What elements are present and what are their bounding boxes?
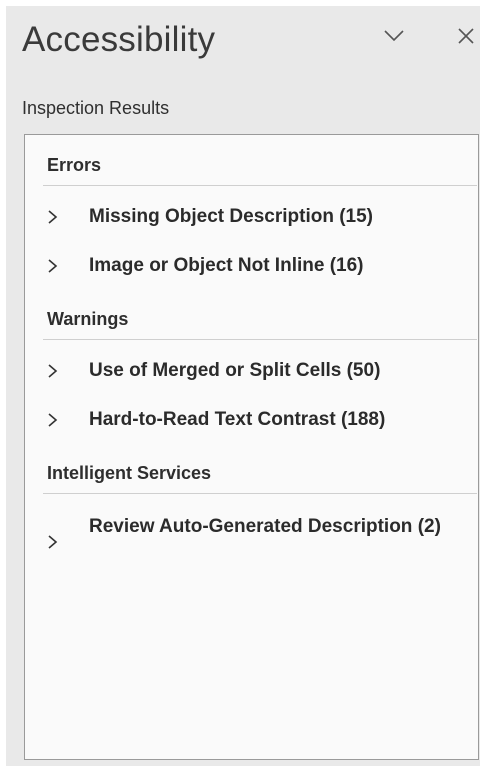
result-item-auto-generated-description[interactable]: Review Auto-Generated Description (2) bbox=[37, 513, 467, 573]
close-icon bbox=[458, 28, 474, 44]
result-item-text-contrast[interactable]: Hard-to-Read Text Contrast (188) bbox=[37, 406, 467, 436]
chevron-right-icon bbox=[48, 210, 58, 224]
close-pane-button[interactable] bbox=[450, 20, 482, 52]
group-header-errors: Errors bbox=[47, 155, 102, 175]
divider bbox=[43, 493, 477, 494]
collapse-pane-button[interactable] bbox=[378, 20, 410, 52]
result-item-label: Review Auto-Generated Description (2) bbox=[89, 516, 441, 537]
accessibility-pane: Accessibility Inspection Results Errors … bbox=[6, 6, 480, 766]
inspection-results-list: Errors Missing Object Description (15) I… bbox=[24, 134, 479, 760]
result-item-label: Use of Merged or Split Cells (50) bbox=[89, 360, 381, 381]
chevron-right-icon bbox=[48, 535, 58, 549]
result-item-merged-split-cells[interactable]: Use of Merged or Split Cells (50) bbox=[37, 357, 467, 387]
result-item-image-not-inline[interactable]: Image or Object Not Inline (16) bbox=[37, 252, 467, 282]
pane-title: Accessibility bbox=[22, 20, 216, 59]
chevron-down-icon bbox=[384, 30, 404, 42]
divider bbox=[43, 339, 477, 340]
inspection-results-label: Inspection Results bbox=[22, 98, 170, 118]
chevron-right-icon bbox=[48, 259, 58, 273]
chevron-right-icon bbox=[48, 413, 58, 427]
divider bbox=[43, 185, 477, 186]
group-header-warnings: Warnings bbox=[47, 309, 129, 329]
chevron-right-icon bbox=[48, 364, 58, 378]
result-item-label: Hard-to-Read Text Contrast (188) bbox=[89, 409, 386, 430]
result-item-label: Missing Object Description (15) bbox=[89, 206, 373, 227]
result-item-missing-object-description[interactable]: Missing Object Description (15) bbox=[37, 203, 467, 233]
result-item-label: Image or Object Not Inline (16) bbox=[89, 255, 364, 276]
group-header-intelligent-services: Intelligent Services bbox=[47, 463, 212, 483]
